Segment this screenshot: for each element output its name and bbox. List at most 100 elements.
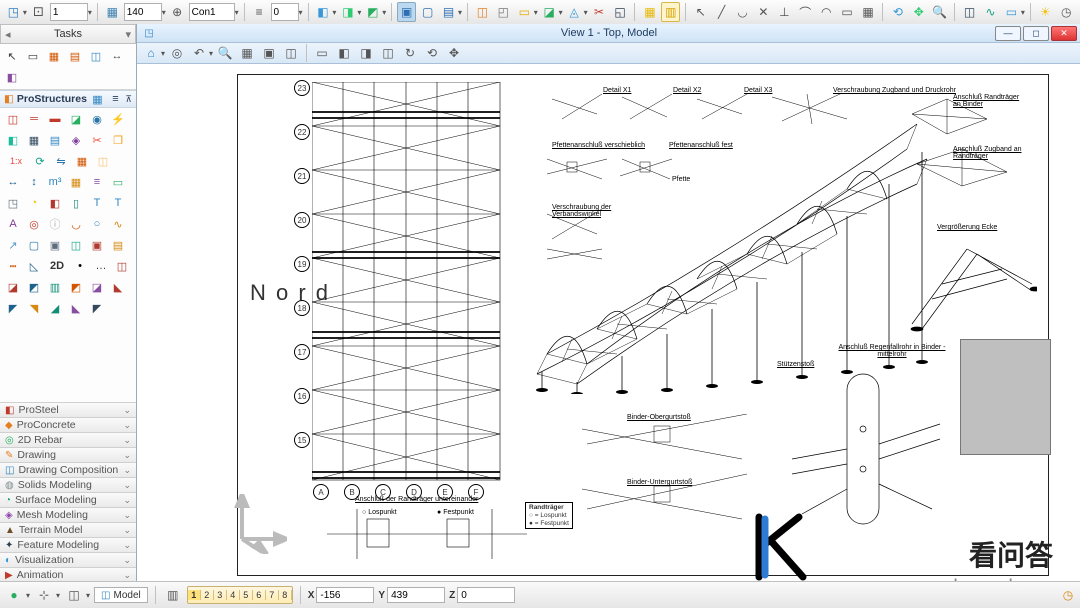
box4-icon[interactable]: ▥ [45,277,65,297]
zoom-icon[interactable]: 🔍 [930,2,949,22]
list-icon[interactable]: ≡ [87,172,107,192]
face-icon[interactable]: ▭ [838,2,857,22]
mag-icon[interactable]: 🔍 [215,43,235,63]
category-prosteel[interactable]: ◧ProSteel⌄ [0,402,136,417]
category-solids[interactable]: ◍Solids Modeling⌄ [0,477,136,492]
x-coord-input[interactable] [316,587,374,603]
category-feature[interactable]: ✦Feature Modeling⌄ [0,537,136,552]
a-label-icon[interactable]: A [3,214,23,234]
section-icon[interactable]: ◧ [334,43,354,63]
tri1-icon[interactable]: ◣ [108,277,128,297]
window-icon[interactable]: ◫ [281,43,301,63]
arc-icon[interactable]: ◡ [733,2,752,22]
cursor-icon[interactable]: ✥ [444,43,464,63]
snap-toggle-icon[interactable]: ⊹ [34,585,54,605]
info-icon[interactable]: ⓘ [45,214,65,234]
dropdown-icon[interactable]: ▾ [88,8,92,17]
page-1[interactable]: 1 [188,590,201,600]
box2-icon[interactable]: ◪ [3,277,23,297]
dot-icon[interactable]: • [70,256,90,276]
perp-icon[interactable]: ⊥ [775,2,794,22]
2d-label[interactable]: 2D [45,256,69,276]
page-8[interactable]: 8 [279,590,292,600]
text-icon[interactable]: ◫ [93,151,113,171]
angle-icon[interactable]: ◺ [24,256,44,276]
ready-icon[interactable]: ● [4,585,24,605]
app-menu-button[interactable]: ◳ [4,2,23,22]
category-surface[interactable]: ◔Surface Modeling⌄ [0,492,136,507]
fence-icon[interactable]: ▭ [23,46,43,66]
multi-window-icon[interactable]: ▤ [439,2,458,22]
flag-icon[interactable]: ◩ [66,277,86,297]
view3d-icon[interactable]: ◳ [3,193,23,213]
scale-label[interactable]: 1:x [3,151,29,171]
back-icon[interactable]: ↶ [189,43,209,63]
list-mode-icon[interactable]: ≡ [107,91,123,107]
ref-icon[interactable]: ◫ [473,2,492,22]
more-icon[interactable]: … [91,256,111,276]
page-4[interactable]: 4 [227,590,240,600]
view-icon[interactable]: ◳ [141,25,157,41]
pan-icon[interactable]: ✥ [909,2,928,22]
clip-icon[interactable]: ◬ [565,2,584,22]
accudraw-icon[interactable]: ◫ [64,585,84,605]
camera-icon[interactable]: ◷ [1057,2,1076,22]
section3-icon[interactable]: ◫ [378,43,398,63]
dash-icon[interactable]: ┅ [3,256,23,276]
ext-icon[interactable]: ↗ [3,235,23,255]
persp-icon[interactable]: ◧ [45,193,65,213]
style-icon[interactable]: ◪ [540,2,559,22]
render-icon[interactable]: ◧ [2,67,22,87]
category-2drebar[interactable]: ◎2D Rebar⌄ [0,432,136,447]
tri6-icon[interactable]: ◤ [87,298,107,318]
frame2-icon[interactable]: ▣ [45,235,65,255]
target-icon[interactable]: ◎ [24,214,44,234]
dropdown-icon[interactable]: ▾ [299,8,303,17]
group-icon[interactable]: ◈ [66,130,86,150]
collapse-icon[interactable]: ⊼ [125,94,132,105]
shade-icon[interactable]: ◩ [363,2,382,22]
linestyle-icon[interactable]: ≡ [250,2,269,22]
lock-icon[interactable]: ⚀ [29,2,48,22]
fit-icon[interactable]: ◎ [167,43,187,63]
sheet2-icon[interactable]: ▭ [108,172,128,192]
layer2-icon[interactable]: ▤ [108,235,128,255]
dropdown-icon[interactable]: ▾ [235,8,239,17]
category-mesh[interactable]: ◈Mesh Modeling⌄ [0,507,136,522]
circle-icon[interactable]: ○ [87,214,107,234]
curve-icon[interactable]: ∿ [981,2,1000,22]
mirror-icon[interactable]: ⇋ [51,151,71,171]
page-3[interactable]: 3 [214,590,227,600]
iso-icon[interactable]: ◔ [24,193,44,213]
plate-icon[interactable]: ▬ [45,109,65,129]
place-icon[interactable]: ▦ [44,46,64,66]
cut-icon[interactable]: ✂ [590,2,609,22]
material-icon[interactable]: m³ [45,172,65,192]
dropdown-icon[interactable]: ▾ [23,8,27,17]
shape-icon[interactable]: ◪ [66,109,86,129]
calc-icon[interactable]: ▦ [640,2,659,22]
category-animation[interactable]: ▶Animation⌄ [0,567,136,582]
camera-icon[interactable]: ▭ [312,43,332,63]
minimize-button[interactable]: — [995,26,1021,41]
col-t2-icon[interactable]: T [108,193,128,213]
tasks-header[interactable]: ◂ Tasks ▾ [0,24,136,44]
bolt-icon[interactable]: ◉ [87,109,107,129]
page-2[interactable]: 2 [201,590,214,600]
category-proconcrete[interactable]: ◆ProConcrete⌄ [0,417,136,432]
edge-icon[interactable]: ◠ [817,2,836,22]
pointer-icon[interactable]: ↖ [2,46,22,66]
tri3-icon[interactable]: ◥ [24,298,44,318]
box3d-icon[interactable]: ◫ [960,2,979,22]
box-icon[interactable]: ◫ [112,256,132,276]
y-coord-input[interactable] [387,587,445,603]
page-6[interactable]: 6 [253,590,266,600]
col-t-icon[interactable]: T [87,193,107,213]
tri4-icon[interactable]: ◢ [45,298,65,318]
section-icon[interactable]: ▤ [45,130,65,150]
note-icon[interactable]: ▭ [1002,2,1021,22]
home-icon[interactable]: ⌂ [141,43,161,63]
combo-field[interactable] [189,3,235,21]
category-drawing[interactable]: ✎Drawing⌄ [0,447,136,462]
dim-icon[interactable]: ↔ [3,172,23,192]
